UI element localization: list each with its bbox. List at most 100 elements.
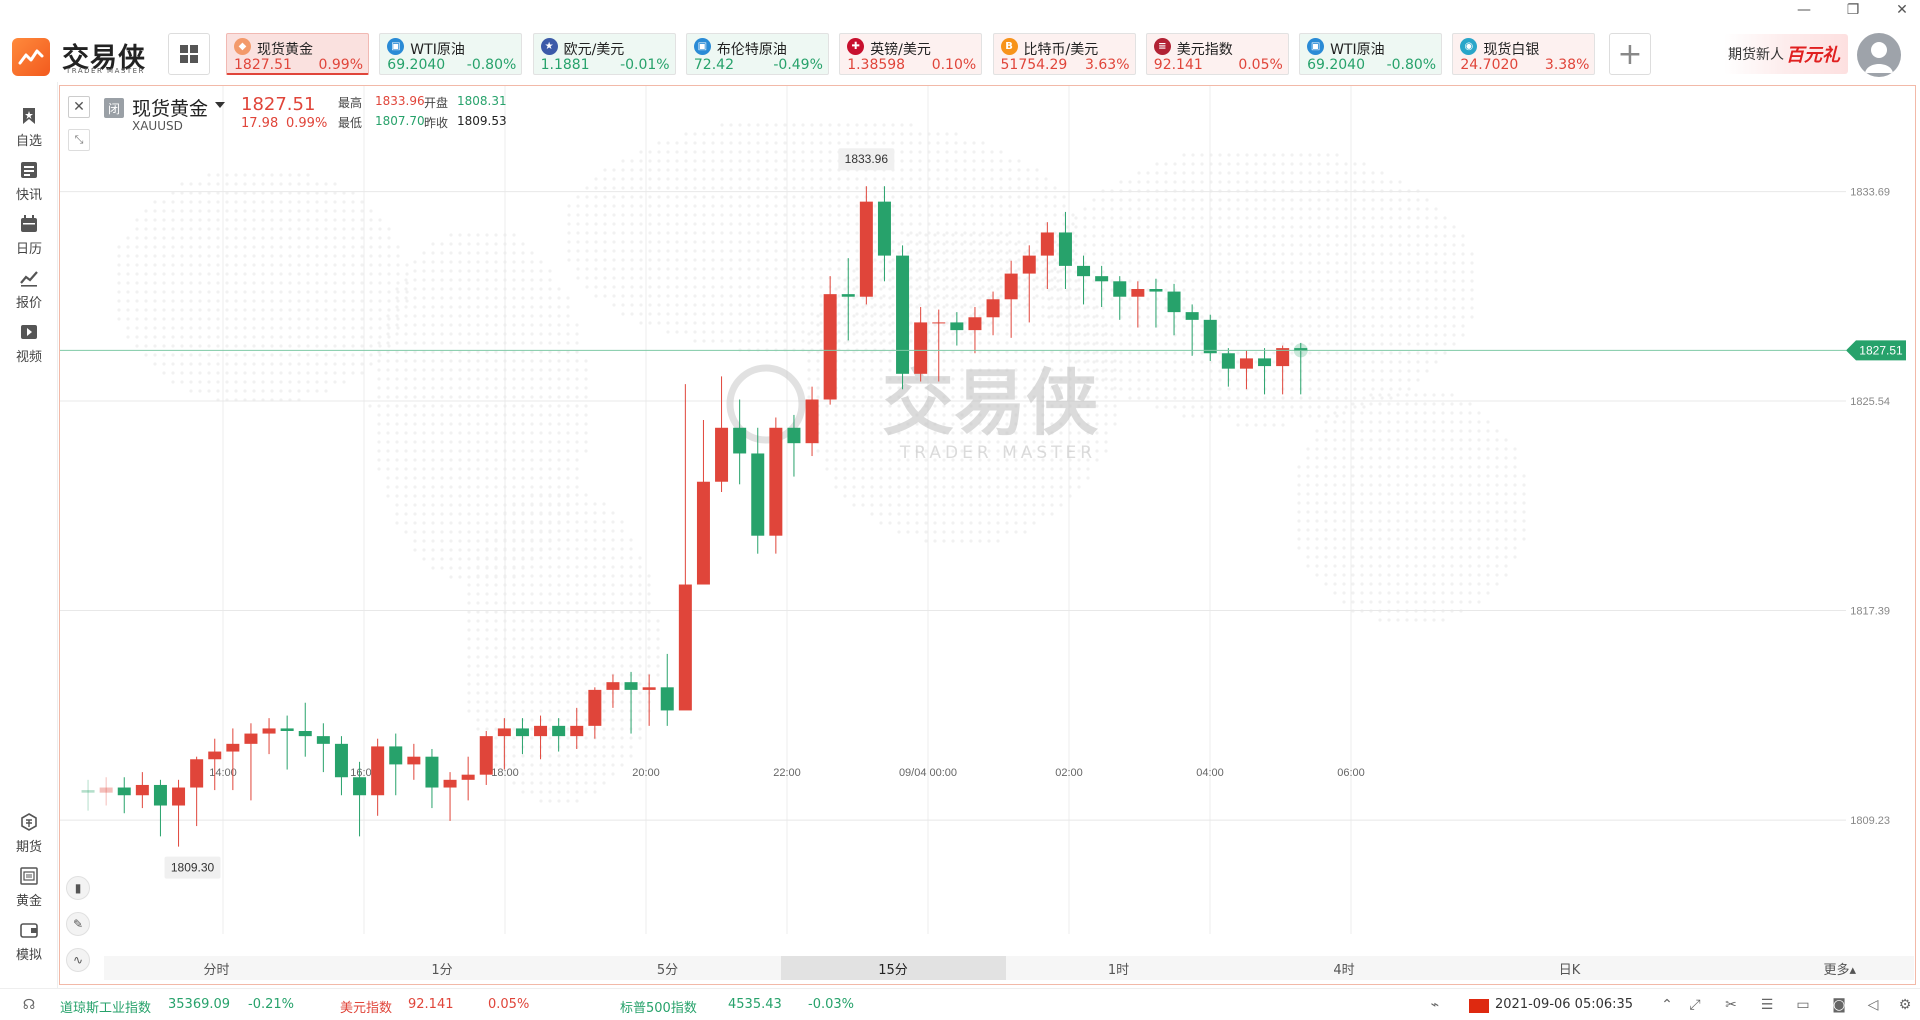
- sidebar-item-simulation[interactable]: 模拟: [0, 908, 58, 964]
- map-dot: [1236, 243, 1240, 247]
- map-dot: [539, 341, 543, 345]
- map-dot: [1245, 261, 1249, 265]
- map-dot: [852, 359, 856, 363]
- quote-tab[interactable]: ◆ 现货黄金 1827.51 0.99%: [226, 33, 369, 75]
- map-dot: [404, 413, 408, 417]
- map-dot: [530, 413, 534, 417]
- map-dot: [153, 290, 157, 294]
- map-dot: [1227, 153, 1231, 157]
- map-dot: [1182, 369, 1186, 373]
- map-dot: [843, 359, 847, 363]
- minimize-button[interactable]: —: [1794, 2, 1814, 18]
- restore-button[interactable]: ❐: [1843, 2, 1863, 18]
- map-dot: [1263, 333, 1267, 337]
- map-dot: [1104, 449, 1108, 453]
- quote-tab[interactable]: ▣ 布伦特原油 72.42 -0.49%: [685, 33, 829, 75]
- map-dot: [351, 254, 355, 258]
- map-dot: [1236, 360, 1240, 364]
- map-dot: [852, 476, 856, 480]
- map-dot: [1014, 323, 1018, 327]
- map-dot: [521, 269, 525, 273]
- map-dot: [870, 440, 874, 444]
- map-dot: [990, 186, 994, 190]
- quote-tab[interactable]: ★ 欧元/美元 1.1881 -0.01%: [532, 33, 676, 75]
- window-close-button[interactable]: ✕: [1892, 2, 1912, 18]
- sidebar-item-futures[interactable]: 期货: [0, 800, 58, 856]
- map-dot: [843, 458, 847, 462]
- map-dot: [1137, 189, 1141, 193]
- map-dot: [306, 299, 310, 303]
- map-dot: [1032, 467, 1036, 471]
- map-dot: [1470, 270, 1474, 274]
- map-dot: [861, 305, 865, 309]
- sidebar-item-video[interactable]: 视频: [0, 310, 58, 366]
- map-dot: [1017, 276, 1021, 280]
- map-dot: [861, 458, 865, 462]
- map-dot: [1371, 306, 1375, 310]
- map-dot: [449, 314, 453, 318]
- user-avatar[interactable]: [1857, 33, 1901, 77]
- map-dot: [1218, 252, 1222, 256]
- map-dot: [342, 227, 346, 231]
- quote-tab[interactable]: ≡ 美元指数 92.141 0.05%: [1145, 33, 1289, 75]
- map-dot: [198, 344, 202, 348]
- map-dot: [1236, 405, 1240, 409]
- sidebar-item-quotes[interactable]: 报价: [0, 256, 58, 312]
- map-dot: [360, 299, 364, 303]
- quote-name: 美元指数: [1176, 42, 1233, 58]
- sidebar-item-newsflash[interactable]: 快讯: [0, 148, 58, 204]
- candlestick-chart[interactable]: 14:00 16:00 18:00 20:00 22:00 09/04 00:00 02:0…: [60, 86, 1915, 984]
- map-dot: [449, 467, 453, 471]
- map-dot: [1191, 216, 1195, 220]
- quote-tab[interactable]: ✚ 英镑/美元 1.38598 0.10%: [839, 33, 983, 75]
- map-dot: [1263, 405, 1267, 409]
- map-dot: [1017, 177, 1021, 181]
- map-dot: [458, 260, 462, 264]
- quote-tab[interactable]: ▣ WTI原油 69.2040 -0.80%: [1299, 33, 1443, 75]
- quote-tab[interactable]: B 比特币/美元 51754.29 3.63%: [992, 33, 1136, 75]
- map-dot: [756, 339, 760, 343]
- map-dot: [297, 263, 301, 267]
- map-dot: [1200, 396, 1204, 400]
- map-dot: [801, 339, 805, 343]
- map-dot: [978, 260, 982, 264]
- map-dot: [162, 245, 166, 249]
- map-dot: [1062, 204, 1066, 208]
- quote-tab[interactable]: ◉ 现货白银 24.7020 3.38%: [1452, 33, 1596, 75]
- map-dot: [422, 485, 426, 489]
- map-dot: [1083, 216, 1087, 220]
- quote-tab[interactable]: ▣ WTI原油 69.2040 -0.80%: [379, 33, 523, 75]
- map-dot: [1281, 225, 1285, 229]
- map-dot: [639, 150, 643, 154]
- map-dot: [126, 245, 130, 249]
- map-dot: [1461, 252, 1465, 256]
- map-dot: [981, 276, 985, 280]
- layout-grid-button[interactable]: [168, 33, 210, 75]
- map-dot: [1101, 225, 1105, 229]
- sidebar-item-calendar[interactable]: 日历: [0, 202, 58, 258]
- map-dot: [774, 132, 778, 136]
- map-dot: [999, 159, 1003, 163]
- map-dot: [530, 449, 534, 453]
- map-dot: [252, 236, 256, 240]
- map-dot: [1086, 296, 1090, 300]
- map-dot: [1317, 351, 1321, 355]
- map-dot: [395, 305, 399, 309]
- promo-banner[interactable]: 期货新人 百元礼: [1724, 34, 1848, 74]
- map-dot: [413, 485, 417, 489]
- sidebar-item-watchlist[interactable]: 自选: [0, 94, 58, 150]
- map-dot: [1104, 422, 1108, 426]
- map-dot: [801, 132, 805, 136]
- map-dot: [530, 296, 534, 300]
- map-dot: [530, 377, 534, 381]
- map-dot: [485, 404, 489, 408]
- map-dot: [1353, 351, 1357, 355]
- map-dot: [1362, 387, 1366, 391]
- add-quote-button[interactable]: +: [1609, 33, 1651, 75]
- map-dot: [1333, 411, 1337, 415]
- sidebar-item-gold[interactable]: 黄金: [0, 854, 58, 910]
- map-dot: [738, 222, 742, 226]
- map-dot: [1353, 378, 1357, 382]
- map-dot: [1023, 278, 1027, 282]
- map-dot: [395, 503, 399, 507]
